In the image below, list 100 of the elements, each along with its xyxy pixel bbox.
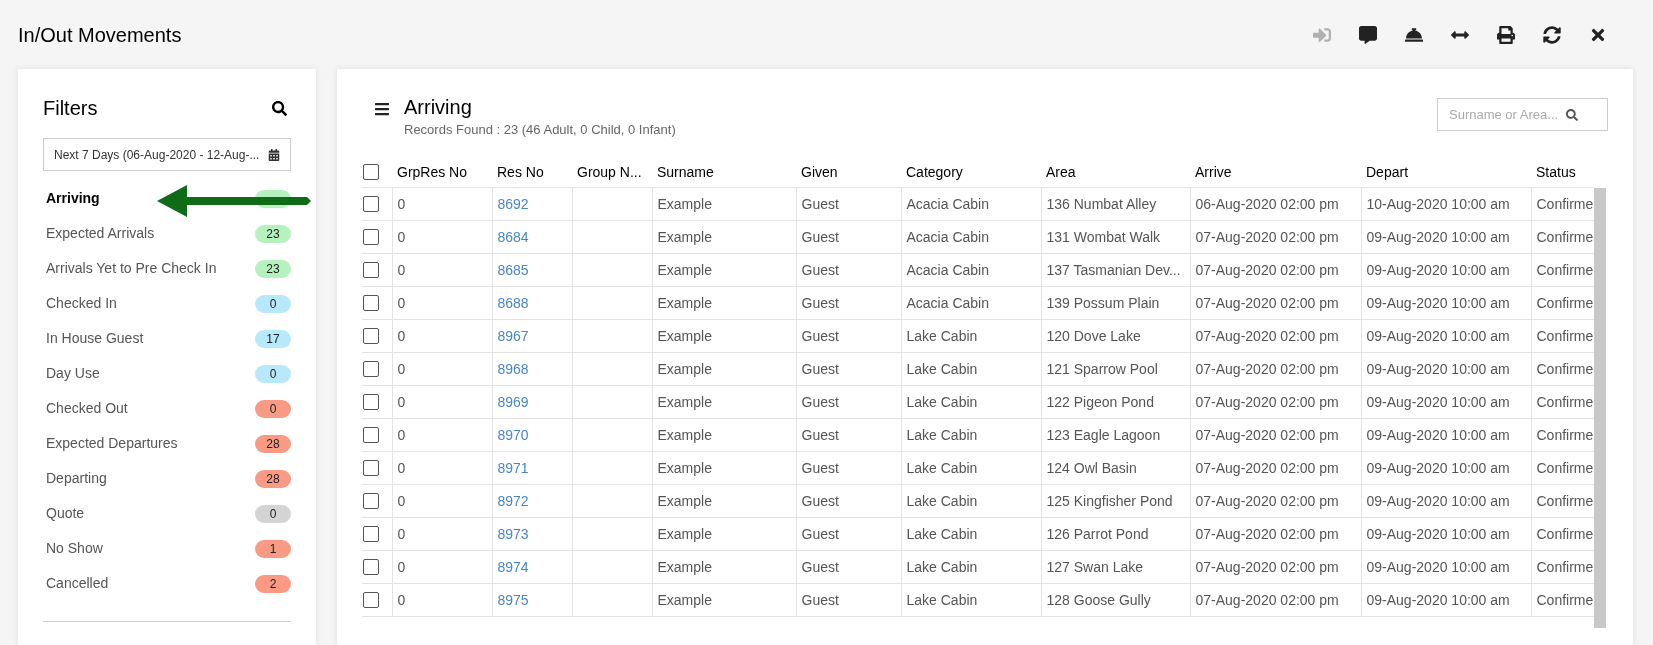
reservation-link[interactable]: 8975 [492, 583, 572, 617]
date-range-field[interactable]: Next 7 Days (06-Aug-2020 - 12-Aug-... [43, 138, 291, 171]
filter-item[interactable]: No Show 1 [43, 531, 291, 566]
reservation-link[interactable]: 8688 [492, 286, 572, 320]
table-cell: Lake Cabin [901, 319, 1041, 353]
count-badge: 23 [255, 259, 291, 278]
checkbox[interactable] [363, 229, 379, 245]
table-cell: Guest [796, 220, 901, 254]
page-title: In/Out Movements [18, 22, 182, 48]
reservation-link[interactable]: 8970 [492, 418, 572, 452]
table-cell: Example [652, 550, 796, 584]
reservation-link[interactable]: 8971 [492, 451, 572, 485]
filter-item[interactable]: Checked In 0 [43, 286, 291, 321]
table-cell: 126 Parrot Pond [1041, 517, 1190, 551]
table-cell: Guest [796, 517, 901, 551]
table-cell: 07-Aug-2020 02:00 pm [1190, 319, 1361, 353]
table-cell: 09-Aug-2020 10:00 am [1361, 484, 1531, 518]
table-cell: 0 [392, 253, 492, 287]
checkbox[interactable] [363, 262, 379, 278]
table-cell: Guest [796, 253, 901, 287]
reservation-link[interactable]: 8972 [492, 484, 572, 518]
reservation-link[interactable]: 8685 [492, 253, 572, 287]
refresh-icon[interactable] [1542, 25, 1561, 44]
table-cell: Guest [796, 550, 901, 584]
table-cell: 128 Goose Gully [1041, 583, 1190, 617]
table-cell: 131 Wombat Walk [1041, 220, 1190, 254]
column-header[interactable]: Status [1531, 157, 1594, 188]
checkbox[interactable] [363, 559, 379, 575]
count-badge: 28 [255, 434, 291, 453]
table-cell: Guest [796, 418, 901, 452]
filter-item[interactable]: Cancelled 2 [43, 566, 291, 601]
table-cell: Lake Cabin [901, 352, 1041, 386]
search-icon[interactable] [1566, 109, 1578, 121]
filter-item[interactable]: Departing 28 [43, 461, 291, 496]
filter-item[interactable]: Arrivals Yet to Pre Check In 23 [43, 251, 291, 286]
table-cell: Example [652, 286, 796, 320]
table-cell: 07-Aug-2020 02:00 pm [1190, 517, 1361, 551]
checkbox[interactable] [363, 328, 379, 344]
reservation-link[interactable]: 8974 [492, 550, 572, 584]
table-cell: 07-Aug-2020 02:00 pm [1190, 484, 1361, 518]
reservation-link[interactable]: 8692 [492, 187, 572, 221]
table-cell: 07-Aug-2020 02:00 pm [1190, 253, 1361, 287]
table-cell: 0 [392, 220, 492, 254]
checkbox[interactable] [363, 460, 379, 476]
table-cell: Example [652, 385, 796, 419]
comment-icon[interactable] [1358, 25, 1377, 44]
table-cell: 07-Aug-2020 02:00 pm [1190, 286, 1361, 320]
search-icon[interactable] [272, 100, 287, 116]
table-cell: Example [652, 451, 796, 485]
column-header[interactable]: Res No [492, 157, 572, 188]
table-cell: 0 [392, 418, 492, 452]
filter-item[interactable]: Day Use 0 [43, 356, 291, 391]
column-header[interactable]: Group N... [572, 157, 652, 188]
table-cell: Lake Cabin [901, 517, 1041, 551]
checkbox[interactable] [363, 427, 379, 443]
checkbox[interactable] [363, 361, 379, 377]
checkbox[interactable] [363, 526, 379, 542]
print-icon[interactable] [1496, 25, 1515, 44]
table-cell: 137 Tasmanian Dev... [1041, 253, 1190, 287]
table-cell: 124 Owl Basin [1041, 451, 1190, 485]
count-badge: 23 [255, 224, 291, 243]
table-cell: Guest [796, 484, 901, 518]
table-cell: Guest [796, 583, 901, 617]
column-header[interactable]: Depart [1361, 157, 1531, 188]
table-cell: 139 Possum Plain [1041, 286, 1190, 320]
table-cell: 09-Aug-2020 10:00 am [1361, 451, 1531, 485]
reservation-link[interactable]: 8967 [492, 319, 572, 353]
checkbox[interactable] [363, 164, 379, 181]
table-cell: Lake Cabin [901, 385, 1041, 419]
table-cell: Guest [796, 286, 901, 320]
count-badge: 0 [255, 294, 291, 313]
menu-icon[interactable] [374, 101, 390, 117]
filter-item[interactable]: In House Guest 17 [43, 321, 291, 356]
filter-item[interactable]: Checked Out 0 [43, 391, 291, 426]
checkbox[interactable] [363, 592, 379, 608]
scrollbar[interactable] [1594, 187, 1606, 628]
bell-icon[interactable] [1404, 25, 1423, 44]
column-header[interactable]: GrpRes No [392, 157, 492, 188]
table-cell: 0 [392, 385, 492, 419]
records-summary: Records Found : 23 (46 Adult, 0 Child, 0 Infant) [404, 121, 676, 139]
reservation-link[interactable]: 8973 [492, 517, 572, 551]
table-cell: Example [652, 484, 796, 518]
column-header[interactable]: Given [796, 157, 901, 188]
checkbox[interactable] [363, 493, 379, 509]
filter-item[interactable]: Quote 0 [43, 496, 291, 531]
column-header[interactable]: Category [901, 157, 1041, 188]
table-cell: Guest [796, 352, 901, 386]
table-cell: Acacia Cabin [901, 286, 1041, 320]
checkbox[interactable] [363, 394, 379, 410]
checkbox[interactable] [363, 196, 379, 212]
reservation-link[interactable]: 8968 [492, 352, 572, 386]
column-header[interactable]: Surname [652, 157, 796, 188]
checkbox[interactable] [363, 295, 379, 311]
search-field[interactable]: Surname or Area... [1437, 98, 1608, 131]
column-header[interactable]: Area [1041, 157, 1190, 188]
reservation-link[interactable]: 8684 [492, 220, 572, 254]
reservation-link[interactable]: 8969 [492, 385, 572, 419]
filter-item[interactable]: Expected Departures 28 [43, 426, 291, 461]
filter-item[interactable]: Expected Arrivals 23 [43, 216, 291, 251]
column-header[interactable]: Arrive [1190, 157, 1361, 188]
